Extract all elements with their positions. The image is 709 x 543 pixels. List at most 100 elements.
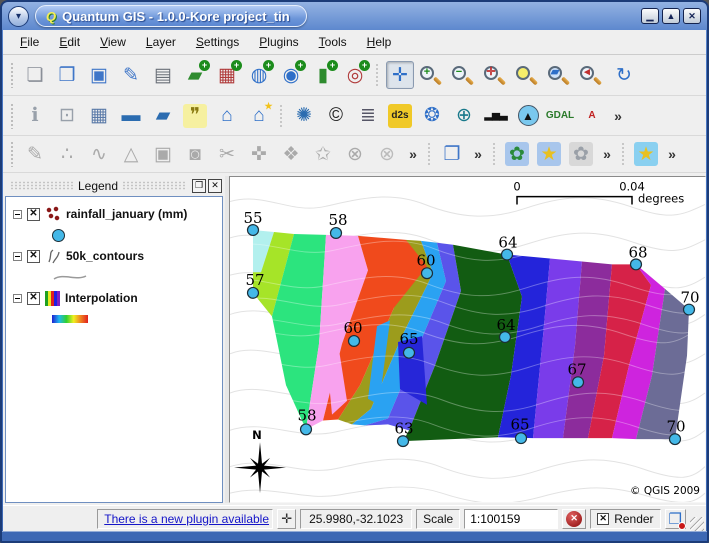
north-arrow-plugin-icon[interactable]: ▲ — [514, 102, 542, 130]
layer-checkbox[interactable]: ✕ — [27, 292, 40, 305]
scale-input[interactable] — [464, 509, 558, 529]
collapse-icon[interactable] — [13, 294, 22, 303]
capture-polygon-icon[interactable]: △ — [117, 140, 145, 168]
add-ring-icon[interactable]: ▣ — [149, 140, 177, 168]
menu-settings[interactable]: Settings — [187, 32, 248, 52]
zoom-full-extent-icon[interactable]: ✛ — [482, 61, 510, 89]
map-svg: 0 0.04 degrees N 55586064687057606564675… — [230, 177, 705, 502]
toolbar-overflow-icon[interactable]: » — [405, 140, 421, 168]
graticule-creator-icon[interactable]: ⊕ — [450, 102, 478, 130]
add-vector-layer-icon[interactable]: ▰+ — [181, 61, 209, 89]
new-favourite-shapefile-icon[interactable]: ★ — [535, 140, 563, 168]
add-raster-layer-icon[interactable]: ▦+ — [213, 61, 241, 89]
collapse-icon[interactable] — [13, 252, 22, 261]
show-bookmarks-icon[interactable]: ⌂ — [213, 102, 241, 130]
toolbar-overflow-icon[interactable]: » — [599, 140, 615, 168]
open-project-icon[interactable]: ❒ — [53, 61, 81, 89]
delete-selected-icon[interactable]: ⊗ — [373, 140, 401, 168]
print-icon[interactable]: ▤ — [149, 61, 177, 89]
toolbar-separator — [621, 142, 626, 166]
pan-tool-icon[interactable]: ✛ — [386, 61, 414, 89]
new-project-icon[interactable]: ❏ — [21, 61, 49, 89]
new-plugin-link[interactable]: There is a new plugin available — [97, 509, 273, 529]
menu-layer[interactable]: Layer — [137, 32, 185, 52]
zoom-to-layer-icon[interactable]: ▰ — [546, 61, 574, 89]
delimited-text-icon[interactable]: ≣ — [354, 102, 382, 130]
zoom-in-icon[interactable]: + — [418, 61, 446, 89]
message-log-button[interactable]: ❒ — [665, 509, 686, 529]
log-icon: ❒ — [669, 510, 682, 528]
delete-vertex-icon[interactable]: ⊗ — [341, 140, 369, 168]
minimize-button[interactable]: ▁ — [641, 8, 659, 24]
remove-shapefile-icon[interactable]: ✿ — [567, 140, 595, 168]
dxf2shp-icon[interactable]: d2s — [386, 102, 414, 130]
interpolation-plugin-icon[interactable]: ❂ — [418, 102, 446, 130]
render-toggle[interactable]: ✕ Render — [590, 509, 660, 529]
map-point-label: 60 — [343, 319, 362, 337]
coordinate-capture-button[interactable]: ✛ — [277, 509, 296, 529]
layer-symbol-row — [8, 309, 220, 329]
save-project-as-icon[interactable]: ✎ — [117, 61, 145, 89]
zoom-out-icon[interactable]: − — [450, 61, 478, 89]
map-point — [573, 377, 584, 388]
new-shapefile-icon[interactable]: ✿ — [503, 140, 531, 168]
maximize-button[interactable]: ▲ — [662, 8, 680, 24]
stop-render-button[interactable]: ✕ — [562, 509, 586, 529]
capture-point-icon[interactable]: ∴ — [53, 140, 81, 168]
close-button[interactable]: ✕ — [683, 8, 701, 24]
add-wms-layer-icon[interactable]: ◉+ — [277, 61, 305, 89]
add-wfs-layer-icon[interactable]: ◎+ — [341, 61, 369, 89]
toolbar-overflow-icon[interactable]: » — [664, 140, 680, 168]
layer-checkbox[interactable]: ✕ — [27, 208, 40, 221]
menu-file[interactable]: File — [11, 32, 48, 52]
menu-edit[interactable]: Edit — [50, 32, 89, 52]
toolbar-overflow-icon[interactable]: » — [610, 102, 626, 130]
layer-item-rainfall[interactable]: ✕ rainfall_january (mm) — [8, 203, 220, 225]
zoom-last-icon[interactable]: ◂ — [578, 61, 606, 89]
save-project-icon[interactable]: ▣ — [85, 61, 113, 89]
coordinate-capture-icon[interactable]: ✺ — [290, 102, 318, 130]
pdf-export-icon[interactable]: A — [578, 102, 606, 130]
identify-icon[interactable]: ℹ — [21, 102, 49, 130]
map-point — [631, 259, 642, 270]
add-gps-layer-icon[interactable]: ▮+ — [309, 61, 337, 89]
attribute-table-icon[interactable]: ▦ — [85, 102, 113, 130]
legend-header[interactable]: Legend ❐ ✕ — [3, 176, 225, 195]
zoom-to-selection-icon[interactable] — [514, 61, 542, 89]
select-features-icon[interactable]: ⊡ — [53, 102, 81, 130]
layer-item-interpolation[interactable]: ✕ Interpolation — [8, 287, 220, 309]
render-checkbox[interactable]: ✕ — [597, 513, 609, 525]
menu-plugins[interactable]: Plugins — [250, 32, 307, 52]
capture-line-icon[interactable]: ∿ — [85, 140, 113, 168]
gdal-tools-icon[interactable]: GDAL — [546, 102, 574, 130]
toggle-editing-icon[interactable]: ✎ — [21, 140, 49, 168]
toolbar-overflow-icon[interactable]: » — [470, 140, 486, 168]
measure-area-icon[interactable]: ▰ — [149, 102, 177, 130]
measure-line-icon[interactable]: ▬ — [117, 102, 145, 130]
menu-view[interactable]: View — [91, 32, 135, 52]
new-bookmark-icon[interactable]: ⌂★ — [245, 102, 273, 130]
menu-help[interactable]: Help — [358, 32, 401, 52]
composer-icon[interactable]: ❐ — [438, 140, 466, 168]
float-panel-icon[interactable]: ❐ — [192, 179, 206, 193]
layer-checkbox[interactable]: ✕ — [27, 250, 40, 263]
map-canvas[interactable]: 0 0.04 degrees N 55586064687057606564675… — [229, 176, 706, 503]
layer-item-contours[interactable]: ✕ 50k_contours — [8, 245, 220, 267]
raster-histogram-icon[interactable]: ▂▅▃ — [482, 102, 510, 130]
move-feature-icon[interactable]: ✜ — [245, 140, 273, 168]
map-tips-icon[interactable]: ❞ — [181, 102, 209, 130]
menu-tools[interactable]: Tools — [310, 32, 356, 52]
move-vertex-icon[interactable]: ❖ — [277, 140, 305, 168]
refresh-icon[interactable]: ↻ — [610, 61, 638, 89]
add-island-icon[interactable]: ◙ — [181, 140, 209, 168]
close-panel-icon[interactable]: ✕ — [208, 179, 222, 193]
favourites-map-icon[interactable]: ★ — [632, 140, 660, 168]
map-point-label: 65 — [399, 330, 418, 348]
copyright-label-icon[interactable]: © — [322, 102, 350, 130]
delete-part-icon[interactable]: ✩ — [309, 140, 337, 168]
resize-grip[interactable] — [690, 517, 704, 531]
collapse-icon[interactable] — [13, 210, 22, 219]
add-postgis-layer-icon[interactable]: ◍+ — [245, 61, 273, 89]
window-menu-button[interactable]: ▾ — [8, 6, 29, 27]
split-features-icon[interactable]: ✂ — [213, 140, 241, 168]
